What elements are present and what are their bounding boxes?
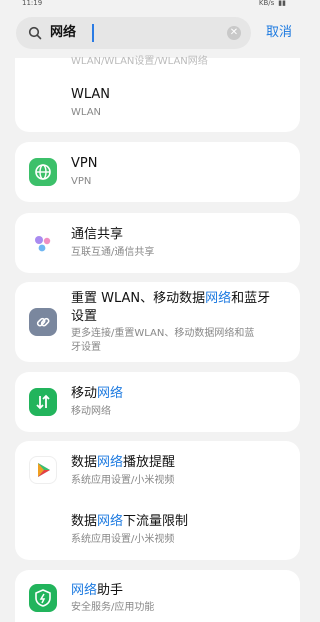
item-title: 数据网络下流量限制 bbox=[71, 513, 188, 531]
result-item-reset[interactable]: 重置 WLAN、移动数据网络和蓝牙 设置 更多连接/重置WLAN、移动数据网络和… bbox=[15, 282, 300, 362]
highlight-text: 网络 bbox=[71, 583, 98, 598]
result-card-reset: 重置 WLAN、移动数据网络和蓝牙 设置 更多连接/重置WLAN、移动数据网络和… bbox=[15, 282, 300, 362]
highlight-text: 网络 bbox=[97, 455, 124, 470]
result-card-vpn: VPN VPN bbox=[15, 142, 300, 202]
play-icon bbox=[29, 456, 57, 484]
text-caret bbox=[92, 24, 94, 42]
globe-icon bbox=[29, 158, 57, 186]
title-text: 下流量限制 bbox=[123, 514, 189, 529]
link-icon bbox=[29, 308, 57, 336]
network-speed: KB/s bbox=[258, 0, 275, 7]
item-subtitle: 系统应用设置/小米视频 bbox=[71, 534, 175, 545]
item-subtitle: 系统应用设置/小米视频 bbox=[71, 475, 175, 486]
title-text: 助手 bbox=[97, 583, 124, 598]
result-card-share: 通信共享 互联互通/通信共享 bbox=[15, 213, 300, 273]
shield-icon bbox=[29, 584, 57, 612]
result-item-assistant[interactable]: 网络助手 安全服务/应用功能 bbox=[15, 570, 300, 622]
item-subtitle: 安全服务/应用功能 bbox=[71, 602, 155, 613]
result-item-vpn[interactable]: VPN VPN bbox=[15, 142, 300, 202]
title-text: 数据 bbox=[71, 514, 98, 529]
status-icons: KB/s ▮▮ bbox=[259, 0, 286, 7]
item-title: VPN bbox=[71, 156, 98, 171]
clear-search-icon[interactable]: ✕ bbox=[227, 26, 241, 40]
item-subtitle: VPN bbox=[71, 176, 92, 187]
status-bar: 11:19 KB/s ▮▮ bbox=[0, 0, 300, 10]
title-text: 播放提醒 bbox=[123, 455, 176, 470]
item-subtitle: 移动网络 bbox=[71, 406, 111, 417]
signal-icon: ▮▮ bbox=[278, 0, 286, 7]
result-item-share[interactable]: 通信共享 互联互通/通信共享 bbox=[15, 213, 300, 273]
result-card-video: 数据网络播放提醒 系统应用设置/小米视频 数据网络下流量限制 系统应用设置/小米… bbox=[15, 441, 300, 560]
title-text: 数据 bbox=[71, 455, 98, 470]
result-item-video-reminder[interactable]: 数据网络播放提醒 系统应用设置/小米视频 bbox=[15, 441, 300, 499]
item-title: 数据网络播放提醒 bbox=[71, 454, 175, 472]
search-row: 网络 ✕ 取消 bbox=[0, 17, 300, 49]
item-subtitle: 互联互通/通信共享 bbox=[71, 247, 155, 258]
result-item-wlan[interactable]: WLAN/WLAN设置/WLAN网络 WLAN WLAN bbox=[15, 56, 300, 132]
title-text: 重置 WLAN、移动数据 bbox=[71, 291, 206, 306]
share-dots-icon bbox=[29, 229, 57, 257]
item-title: 重置 WLAN、移动数据网络和蓝牙 bbox=[71, 290, 296, 308]
search-icon bbox=[28, 26, 42, 40]
result-card-wlan: WLAN/WLAN设置/WLAN网络 WLAN WLAN bbox=[15, 56, 300, 132]
item-title: WLAN bbox=[71, 87, 111, 102]
search-query: 网络 bbox=[50, 25, 77, 40]
item-subtitle-line2: 牙设置 bbox=[71, 342, 101, 353]
highlight-text: 网络 bbox=[97, 514, 124, 529]
item-title: 通信共享 bbox=[71, 227, 124, 242]
item-title: 网络助手 bbox=[71, 582, 123, 600]
result-item-video-limit[interactable]: 数据网络下流量限制 系统应用设置/小米视频 bbox=[15, 501, 300, 559]
result-card-assistant: 网络助手 安全服务/应用功能 bbox=[15, 570, 300, 622]
highlight-text: 网络 bbox=[205, 291, 232, 306]
cancel-button[interactable]: 取消 bbox=[266, 24, 292, 42]
title-text: 移动 bbox=[71, 386, 98, 401]
item-title: 移动网络 bbox=[71, 385, 123, 403]
cut-off-text: WLAN/WLAN设置/WLAN网络 bbox=[71, 56, 208, 67]
item-title-line2: 设置 bbox=[71, 309, 98, 324]
result-card-mobile: 移动网络 移动网络 bbox=[15, 372, 300, 432]
search-input[interactable]: 网络 ✕ bbox=[16, 17, 251, 49]
item-subtitle: WLAN bbox=[71, 107, 102, 118]
mobile-data-icon bbox=[29, 388, 57, 416]
item-subtitle: 更多连接/重置WLAN、移动数据网络和蓝 bbox=[71, 328, 255, 339]
status-time: 11:19 bbox=[22, 0, 43, 7]
highlight-text: 网络 bbox=[97, 386, 124, 401]
title-text: 和蓝牙 bbox=[231, 291, 271, 306]
result-item-mobile[interactable]: 移动网络 移动网络 bbox=[15, 372, 300, 432]
